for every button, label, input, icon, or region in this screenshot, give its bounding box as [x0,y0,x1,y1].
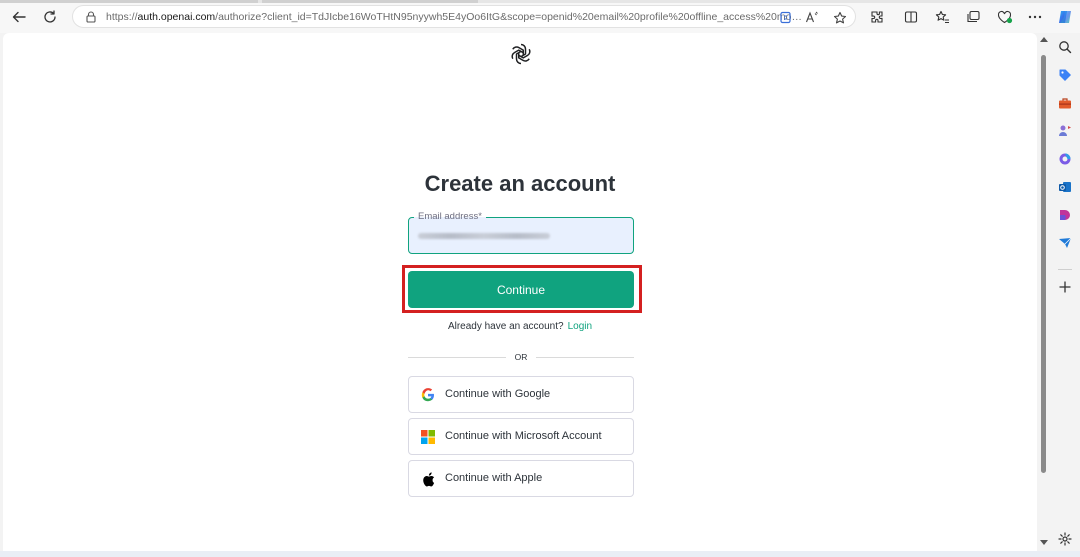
login-link[interactable]: Login [568,321,592,332]
google-button-label: Continue with Google [445,388,551,400]
sidebar-settings-button[interactable] [1057,531,1073,547]
favorites-button[interactable] [932,7,952,27]
collections-icon [966,10,980,23]
lock-icon[interactable] [84,10,98,24]
sidebar-shopping-button[interactable] [1057,67,1073,83]
login-prompt-text: Already have an account? [447,321,564,332]
split-screen-icon [904,11,918,23]
outlook-icon [1059,182,1071,192]
or-text: OR [514,352,528,362]
star-icon [833,11,846,23]
browser-window: https://auth.openai.com/authorize?client… [0,0,1080,557]
favorites-icon [935,10,949,24]
toolbox-icon [1059,98,1071,109]
continue-button-label: Continue [496,282,546,297]
email-field-label: Email address* [414,211,486,222]
sidebar-designer-button[interactable] [1057,207,1073,223]
login-prompt: Already have an account? Login [370,321,670,332]
microsoft-icon [420,429,436,445]
refresh-button[interactable] [40,7,60,27]
more-button[interactable] [1025,7,1045,27]
app-available-button[interactable] [777,9,794,26]
heart-pulse-icon [997,10,1013,24]
sidebar-separator [1058,269,1072,270]
edge-sidebar [1051,33,1080,551]
sidebar-drop-button[interactable] [1057,235,1073,251]
back-arrow-icon [12,11,26,23]
read-aloud-button[interactable] [803,9,820,26]
more-icon [1028,15,1042,19]
scroll-up-arrow[interactable] [1040,37,1048,42]
read-aloud-icon [805,11,818,23]
gear-icon [1058,532,1072,546]
games-icon [1058,125,1071,136]
apple-icon [420,471,436,487]
bottom-edge [0,551,1080,557]
sidebar-search-button[interactable] [1057,39,1073,55]
refresh-icon [44,10,56,23]
copilot-button[interactable] [1055,7,1075,27]
sidebar-m365-button[interactable] [1057,151,1073,167]
sidebar-tools-button[interactable] [1057,95,1073,111]
google-icon [420,387,436,403]
puzzle-icon [871,11,883,23]
apple-button-label: Continue with Apple [445,472,543,484]
send-icon [1059,237,1072,248]
tab-strip [0,0,1080,3]
app-icon [780,11,791,24]
sidebar-outlook-button[interactable] [1057,179,1073,195]
designer-icon [1060,210,1070,220]
back-button[interactable] [9,7,29,27]
extensions-button[interactable] [867,7,887,27]
continue-with-apple-button[interactable]: Continue with Apple [408,460,634,497]
vertical-scrollbar[interactable] [1038,33,1050,551]
plus-icon [1059,281,1071,293]
page-viewport: Create an account Email address* Continu… [3,33,1037,551]
collections-button[interactable] [963,7,983,27]
continue-with-microsoft-button[interactable]: Continue with Microsoft Account [408,418,634,455]
copilot-icon [1059,11,1071,23]
tag-icon [1059,69,1071,81]
favorite-button[interactable] [831,9,848,26]
search-icon [1059,41,1072,54]
or-divider: OR [408,351,634,363]
continue-with-google-button[interactable]: Continue with Google [408,376,634,413]
openai-logo-icon [511,43,531,65]
microsoft365-icon [1059,153,1071,165]
browser-essentials-button[interactable] [995,7,1015,27]
continue-button[interactable]: Continue [408,271,634,308]
scrollbar-thumb[interactable] [1041,55,1046,473]
split-screen-button[interactable] [901,7,921,27]
scroll-down-arrow[interactable] [1040,540,1048,545]
url-text[interactable]: https://auth.openai.com/authorize?client… [106,10,806,24]
page-title: Create an account [424,171,616,196]
address-bar[interactable]: https://auth.openai.com/authorize?client… [72,5,856,28]
email-value-redacted [418,233,550,239]
sidebar-add-button[interactable] [1057,279,1073,295]
browser-toolbar: https://auth.openai.com/authorize?client… [0,0,1080,33]
sidebar-games-button[interactable] [1057,123,1073,139]
microsoft-button-label: Continue with Microsoft Account [445,430,602,442]
